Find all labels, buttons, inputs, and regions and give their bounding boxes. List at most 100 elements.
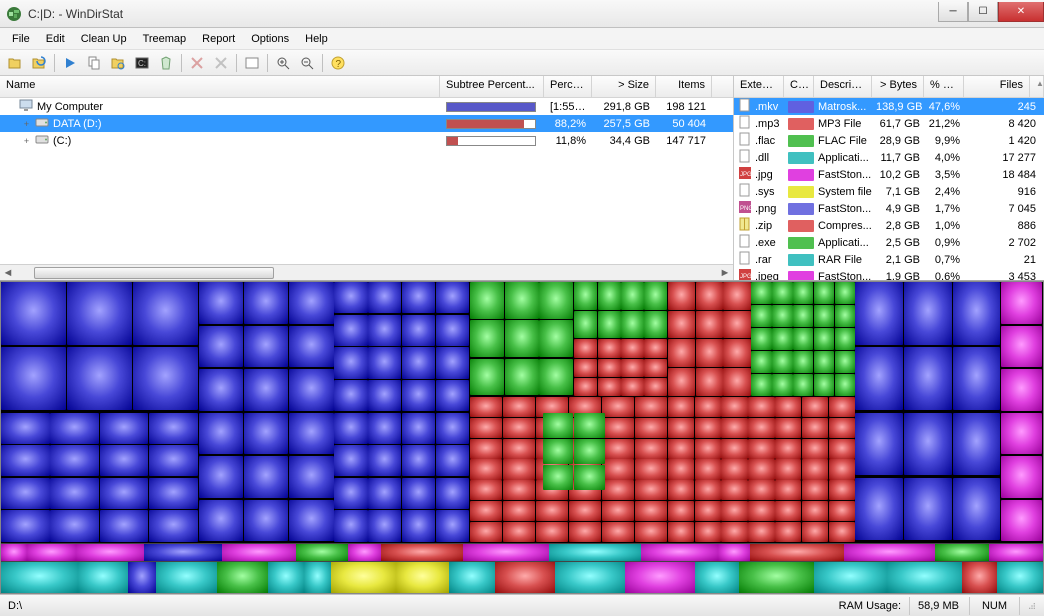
treemap-block[interactable]	[718, 544, 751, 561]
treemap-block[interactable]	[644, 378, 667, 396]
dir-row[interactable]: +(C:)11,8%34,4 GB147 717	[0, 132, 733, 149]
treemap-block[interactable]	[802, 418, 828, 438]
treemap-block[interactable]	[602, 397, 634, 417]
treemap-block[interactable]	[668, 368, 695, 396]
ext-row[interactable]: JPG.jpgFastSton...10,2 GB3,5%18 484	[734, 166, 1044, 183]
cmd-icon[interactable]: C:	[131, 52, 153, 74]
treemap-block[interactable]	[775, 522, 801, 542]
treemap-block[interactable]	[644, 339, 667, 357]
treemap-block[interactable]	[67, 347, 132, 410]
treemap-block[interactable]	[503, 397, 535, 417]
treemap-block[interactable]	[621, 282, 644, 310]
treemap-block[interactable]	[503, 418, 535, 438]
treemap-block[interactable]	[436, 347, 469, 378]
menu-help[interactable]: Help	[297, 30, 336, 48]
treemap-block[interactable]	[1, 478, 50, 509]
treemap-block[interactable]	[644, 359, 667, 377]
treemap-block[interactable]	[505, 359, 539, 396]
treemap-block[interactable]	[436, 413, 469, 444]
treemap-block[interactable]	[199, 369, 243, 411]
treemap-block[interactable]	[598, 282, 621, 310]
treemap-block[interactable]	[574, 359, 597, 377]
dir-col--size[interactable]: > Size	[592, 76, 656, 97]
treemap-block[interactable]	[904, 347, 952, 410]
treemap-block[interactable]	[696, 311, 723, 339]
treemap-block[interactable]	[402, 413, 435, 444]
treemap-block[interactable]	[721, 501, 747, 521]
treemap-block[interactable]	[289, 282, 333, 324]
treemap-block[interactable]	[78, 562, 128, 593]
treemap-block[interactable]	[695, 418, 721, 438]
treemap-block[interactable]	[1, 544, 27, 561]
treemap-block[interactable]	[128, 562, 156, 593]
ext-row[interactable]: .exeApplicati...2,5 GB0,9%2 702	[734, 234, 1044, 251]
treemap-block[interactable]	[835, 374, 855, 396]
treemap-block[interactable]	[574, 339, 597, 357]
treemap-block[interactable]	[668, 459, 694, 479]
treemap-block[interactable]	[793, 328, 813, 350]
treemap-block[interactable]	[696, 368, 723, 396]
treemap-block[interactable]	[1001, 282, 1042, 324]
treemap-block[interactable]	[199, 282, 243, 324]
treemap-block[interactable]	[470, 439, 502, 459]
menu-options[interactable]: Options	[243, 30, 297, 48]
treemap-block[interactable]	[644, 282, 667, 310]
ext-row[interactable]: .flacFLAC File28,9 GB9,9%1 420	[734, 132, 1044, 149]
ext-row[interactable]: JPG.jpegFastSton...1,9 GB0,6%3 453	[734, 268, 1044, 280]
treemap-block[interactable]	[696, 339, 723, 367]
treemap-block[interactable]	[536, 522, 568, 542]
treemap-block[interactable]	[635, 439, 667, 459]
treemap-block[interactable]	[368, 478, 401, 509]
treemap-block[interactable]	[802, 459, 828, 479]
treemap-block[interactable]	[199, 326, 243, 368]
treemap-block[interactable]	[695, 397, 721, 417]
treemap-block[interactable]	[244, 500, 288, 542]
treemap-block[interactable]	[602, 459, 634, 479]
treemap-block[interactable]	[381, 544, 463, 561]
treemap-block[interactable]	[751, 328, 771, 350]
treemap-block[interactable]	[602, 501, 634, 521]
scroll-thumb[interactable]	[34, 267, 274, 279]
treemap-block[interactable]	[793, 282, 813, 304]
treemap-block[interactable]	[802, 501, 828, 521]
treemap-block[interactable]	[723, 339, 750, 367]
treemap-block[interactable]	[775, 459, 801, 479]
treemap-block[interactable]	[953, 413, 1001, 476]
treemap-block[interactable]	[470, 480, 502, 500]
treemap-block[interactable]	[748, 459, 774, 479]
ext-row[interactable]: .mp3MP3 File61,7 GB21,2%8 420	[734, 115, 1044, 132]
dir-row[interactable]: My Computer[1:55 s]291,8 GB198 121	[0, 98, 733, 115]
treemap-block[interactable]	[574, 413, 605, 438]
treemap-block[interactable]	[989, 544, 1043, 561]
treemap-block[interactable]	[574, 378, 597, 396]
treemap-block[interactable]	[748, 501, 774, 521]
treemap-block[interactable]	[855, 282, 903, 345]
treemap-block[interactable]	[289, 326, 333, 368]
treemap-block[interactable]	[334, 445, 367, 476]
treemap-block[interactable]	[644, 311, 667, 339]
ext-col--by-[interactable]: % By...	[924, 76, 964, 97]
treemap-block[interactable]	[100, 510, 149, 541]
treemap-block[interactable]	[814, 282, 834, 304]
treemap-block[interactable]	[368, 282, 401, 313]
treemap-block[interactable]	[750, 544, 843, 561]
treemap-block[interactable]	[574, 439, 605, 464]
treemap-block[interactable]	[835, 351, 855, 373]
treemap-block[interactable]	[802, 439, 828, 459]
treemap-block[interactable]	[621, 359, 644, 377]
resize-grip[interactable]	[1020, 597, 1044, 615]
extension-list[interactable]: .mkvMatrosk...138,9 GB47,6%245.mp3MP3 Fi…	[734, 98, 1044, 280]
treemap-block[interactable]	[814, 374, 834, 396]
treemap-block[interactable]	[602, 522, 634, 542]
treemap-block[interactable]	[695, 562, 739, 593]
treemap-block[interactable]	[100, 445, 149, 476]
treemap-block[interactable]	[574, 311, 597, 339]
treemap-block[interactable]	[772, 351, 792, 373]
treemap-block[interactable]	[436, 315, 469, 346]
treemap-block[interactable]	[574, 282, 597, 310]
treemap-block[interactable]	[436, 478, 469, 509]
treemap-block[interactable]	[50, 478, 99, 509]
treemap-block[interactable]	[695, 522, 721, 542]
treemap-block[interactable]	[1, 510, 50, 541]
treemap-block[interactable]	[802, 480, 828, 500]
